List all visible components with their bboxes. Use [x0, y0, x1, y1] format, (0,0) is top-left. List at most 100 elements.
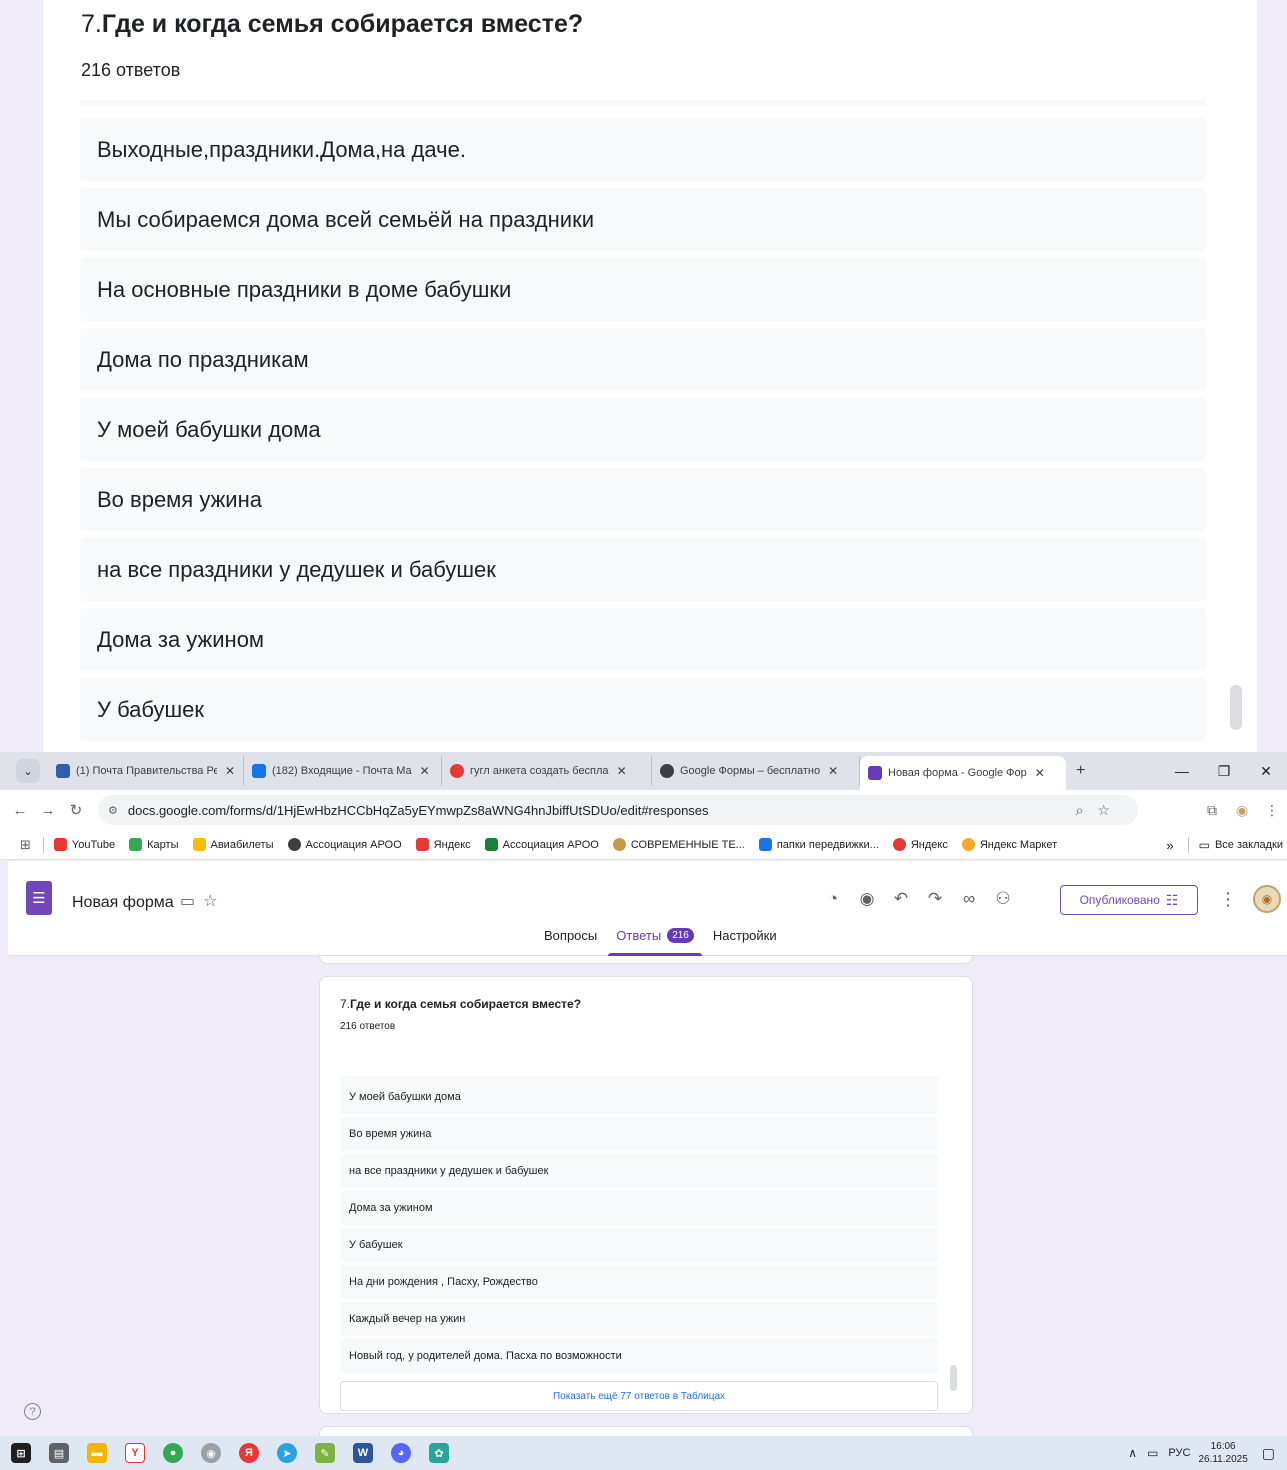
close-icon[interactable]: ✕: [617, 764, 627, 778]
bookmarks-overflow-icon[interactable]: »: [1166, 838, 1173, 853]
zoomed-answer-list: Выходные,праздники.Дома,на даче. Мы соби…: [80, 118, 1206, 748]
close-icon[interactable]: ✕: [1035, 766, 1045, 780]
browser-tab-bar: ⌄ (1) Почта Правительства Ре ✕ (182) Вхо…: [0, 752, 1287, 790]
bookmarks-bar: ⊞ YouTube Карты Авиабилеты Ассоциация АР…: [0, 830, 1287, 860]
notifications-icon[interactable]: ▢: [1262, 1445, 1275, 1462]
bookmark[interactable]: Яндекс: [892, 838, 948, 851]
bookmark[interactable]: Яндекс: [415, 838, 471, 851]
question-title: 7.Где и когда семья собирается вместе?: [340, 997, 582, 1011]
avatar[interactable]: ◉: [1253, 885, 1281, 913]
preview-eye-icon[interactable]: ◉: [850, 889, 884, 909]
tab-search-icon[interactable]: ⌄: [16, 759, 40, 783]
bookmark[interactable]: папки передвижки...: [758, 838, 879, 851]
answer-row: Дома за ужином: [80, 608, 1206, 671]
browser-tab[interactable]: (1) Почта Правительства Ре ✕: [48, 756, 244, 786]
apps-icon[interactable]: ⊞: [20, 837, 31, 853]
mail-gov-icon: [56, 764, 70, 778]
file-explorer-icon[interactable]: ▬: [78, 1443, 116, 1463]
yandex-icon: [450, 764, 464, 778]
undo-icon[interactable]: ↶: [884, 889, 918, 909]
close-icon[interactable]: ✕: [828, 764, 838, 778]
network-icon[interactable]: ▭: [1147, 1446, 1158, 1460]
close-window-icon[interactable]: ✕: [1245, 763, 1287, 780]
zoom-star-icons[interactable]: ⌕☆: [1076, 802, 1124, 819]
word-icon[interactable]: W: [344, 1443, 382, 1463]
add-collaborator-icon[interactable]: ⚇: [986, 889, 1020, 909]
tab-label: Новая форма - Google Фор: [888, 767, 1027, 779]
tray-expand-icon[interactable]: ∧: [1128, 1446, 1137, 1460]
site-info-icon[interactable]: ⚙: [108, 804, 118, 817]
yandex-browser-icon[interactable]: Y: [116, 1443, 154, 1463]
response-count: 216 ответов: [340, 1021, 396, 1032]
link-icon[interactable]: ∞: [952, 889, 986, 909]
task-view-icon[interactable]: ▤: [40, 1443, 78, 1463]
answer-row: Мы собираемся дома всей семьёй на праздн…: [80, 188, 1206, 251]
toolbar-right: ⧉ ◉ ⋮: [1197, 790, 1287, 830]
close-icon[interactable]: ✕: [225, 764, 235, 778]
header-actions: ◔ ◉ ↶ ↷ ∞ ⚇: [816, 889, 1020, 909]
left-edge: [0, 0, 8, 752]
answer-list-scrollbar[interactable]: [950, 1365, 957, 1391]
redo-icon[interactable]: ↷: [918, 889, 952, 909]
url-input[interactable]: ⚙ docs.google.com/forms/d/1HjEwHbzHCCbHq…: [98, 795, 1138, 825]
palette-icon[interactable]: ◔: [816, 889, 850, 909]
all-bookmarks-link[interactable]: Все закладки: [1215, 839, 1283, 851]
close-icon[interactable]: ✕: [420, 764, 430, 778]
bookmark[interactable]: СОВРЕМЕННЫЕ ТЕ...: [612, 838, 745, 851]
bookmark[interactable]: Ассоциация АРОО: [484, 838, 599, 851]
tab-responses[interactable]: Ответы 216: [608, 928, 702, 956]
yandex-icon: [415, 838, 429, 851]
form-tabs: Вопросы Ответы 216 Настройки: [536, 928, 788, 956]
windows-start-icon[interactable]: ⊞: [2, 1443, 40, 1463]
previous-question-card: [319, 956, 973, 964]
bookmark[interactable]: Авиабилеты: [192, 838, 274, 851]
yandex-icon[interactable]: Я: [230, 1443, 268, 1463]
published-button[interactable]: Опубликовано ☷: [1060, 885, 1198, 915]
folder-star-icons[interactable]: ▭☆: [180, 891, 225, 911]
browser-tab[interactable]: (182) Входящие - Почта Ма ✕: [244, 756, 442, 786]
answer-row: Дома за ужином: [340, 1191, 938, 1225]
bookmarks-right: » ▭ Все закладки: [1166, 830, 1283, 859]
bookmark[interactable]: Ассоциация АРОО: [287, 838, 402, 851]
vk-icon: [758, 838, 772, 851]
chrome-icon[interactable]: ●: [154, 1443, 192, 1463]
eye-app-icon[interactable]: ◉: [192, 1443, 230, 1463]
telegram-icon[interactable]: ➤: [268, 1443, 306, 1463]
extensions-icon[interactable]: ⧉: [1197, 802, 1227, 819]
answer-row: У моей бабушки дома: [80, 398, 1206, 461]
browser-tab[interactable]: гугл анкета создать беспла ✕: [442, 756, 652, 786]
language-indicator[interactable]: РУС: [1168, 1447, 1190, 1459]
list-top-edge: [80, 100, 1206, 106]
next-question-card: [319, 1426, 973, 1436]
reload-icon[interactable]: ↻: [62, 801, 90, 819]
discord-icon[interactable]: ◕: [382, 1443, 420, 1463]
show-more-in-sheets-button[interactable]: Показать ещё 77 ответов в Таблицах: [340, 1381, 938, 1411]
help-icon[interactable]: ?: [24, 1403, 41, 1420]
zoomed-scrollbar[interactable]: [1230, 685, 1242, 730]
back-icon[interactable]: ←: [6, 802, 34, 819]
tab-settings[interactable]: Настройки: [705, 928, 785, 956]
restore-icon[interactable]: ❐: [1203, 763, 1245, 780]
window-controls: — ❐ ✕: [1161, 752, 1287, 790]
new-tab-icon[interactable]: +: [1076, 762, 1085, 780]
paint-icon[interactable]: ✎: [306, 1443, 344, 1463]
minimize-icon[interactable]: —: [1161, 763, 1203, 779]
answer-row: На дни рождения , Пасху, Рождество: [340, 1265, 938, 1299]
bookmark[interactable]: Карты: [129, 838, 179, 851]
clock[interactable]: 16:06 26.11.2025: [1198, 1440, 1247, 1466]
app-icon[interactable]: ✿: [420, 1443, 458, 1463]
tab-questions[interactable]: Вопросы: [536, 928, 605, 956]
bookmark[interactable]: Яндекс Маркет: [961, 838, 1057, 851]
responses-count-badge: 216: [667, 928, 694, 943]
browser-tab[interactable]: Google Формы – бесплатно ✕: [652, 756, 860, 786]
browser-tab-active[interactable]: Новая форма - Google Фор ✕: [860, 756, 1066, 790]
google-forms-icon[interactable]: ☰: [26, 881, 52, 915]
form-title[interactable]: Новая форма: [72, 894, 174, 912]
menu-icon[interactable]: ⋮: [1257, 802, 1287, 819]
forward-icon[interactable]: →: [34, 802, 62, 819]
bookmark[interactable]: YouTube: [53, 838, 115, 851]
more-options-icon[interactable]: ⋮: [1219, 889, 1237, 910]
publish-settings-icon: ☷: [1165, 891, 1179, 908]
profile-icon[interactable]: ◉: [1227, 802, 1257, 819]
tab-label: гугл анкета создать беспла: [470, 765, 609, 777]
